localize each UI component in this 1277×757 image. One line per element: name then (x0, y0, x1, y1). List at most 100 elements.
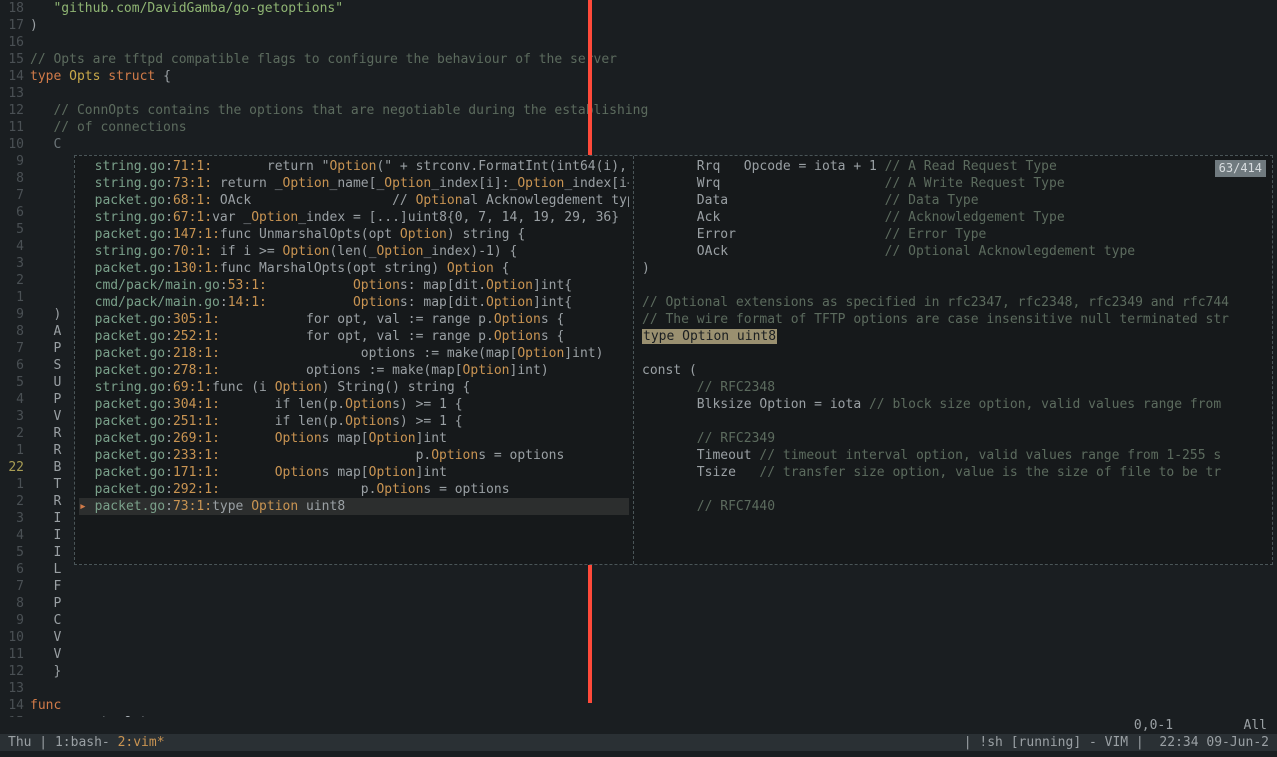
line-number: 9 (0, 306, 30, 323)
preview-line: OAck // Optional Acknowlegdement type (642, 243, 1264, 260)
code-line[interactable]: F (30, 578, 1277, 595)
code-line[interactable]: } (30, 663, 1277, 680)
preview-line: // RFC2348 (642, 379, 1264, 396)
rg-result-row[interactable]: packet.go:171:1: Options map[Option]int (79, 464, 629, 481)
tmux-windows[interactable]: Thu | 1:bash- 2:vim* (8, 734, 165, 751)
line-number: 11 (0, 646, 30, 663)
tmux-status-right: | !sh [running] - VIM | 22:34 09-Jun-2 (964, 734, 1269, 751)
code-line[interactable]: ) (30, 17, 1277, 34)
tmux-status-bar[interactable]: Thu | 1:bash- 2:vim* | !sh [running] - V… (0, 734, 1277, 751)
preview-line: // The wire format of TFTP options are c… (642, 311, 1264, 328)
preview-line: const ( (642, 362, 1264, 379)
rg-result-row[interactable]: string.go:70:1: if i >= Option(len(_Opti… (79, 243, 629, 260)
code-line[interactable]: V (30, 646, 1277, 663)
line-number: 5 (0, 221, 30, 238)
color-column-ruler (588, 565, 592, 703)
line-number: 15 (0, 51, 30, 68)
code-line[interactable] (30, 680, 1277, 697)
rg-result-row[interactable]: packet.go:305:1: for opt, val := range p… (79, 311, 629, 328)
rg-result-row[interactable]: packet.go:130:1:func MarshalOpts(opt str… (79, 260, 629, 277)
line-number: 10 (0, 136, 30, 153)
rg-result-row[interactable]: packet.go:252:1: for opt, val := range p… (79, 328, 629, 345)
code-line[interactable]: func (30, 697, 1277, 714)
rg-match-count: 46/1443 (0) (79, 515, 629, 532)
fzf-rg-popup[interactable]: string.go:71:1: return "Option(" + strco… (74, 155, 1273, 565)
line-number: 2 (0, 425, 30, 442)
code-line[interactable]: P (30, 595, 1277, 612)
preview-line: Ack // Acknowledgement Type (642, 209, 1264, 226)
line-number: 8 (0, 323, 30, 340)
line-number: 1 (0, 476, 30, 493)
line-number: 12 (0, 663, 30, 680)
preview-line: // RFC2349 (642, 430, 1264, 447)
editor-viewport[interactable]: 18 "github.com/DavidGamba/go-getoptions"… (0, 0, 1277, 717)
code-line[interactable]: C (30, 612, 1277, 629)
rg-result-row[interactable]: packet.go:68:1: OAck // Optional Acknowl… (79, 192, 629, 209)
rg-result-row[interactable]: string.go:71:1: return "Option(" + strco… (79, 158, 629, 175)
line-number: 13 (0, 85, 30, 102)
line-number: 9 (0, 612, 30, 629)
rg-result-row[interactable]: cmd/pack/main.go:14:1: Options: map[dit.… (79, 294, 629, 311)
code-line[interactable]: "github.com/DavidGamba/go-getoptions" (30, 0, 1277, 17)
line-number: 9 (0, 153, 30, 170)
status-right: 0,0-1 All (1134, 717, 1267, 734)
line-number: 3 (0, 255, 30, 272)
line-number: 2 (0, 493, 30, 510)
preview-line: // Optional extensions as specified in r… (642, 294, 1264, 311)
line-number: 3 (0, 408, 30, 425)
line-number: 6 (0, 204, 30, 221)
rg-result-row[interactable]: string.go:69:1:func (i Option) String() … (79, 379, 629, 396)
preview-line: Tsize // transfer size option, value is … (642, 464, 1264, 481)
line-number: 18 (0, 0, 30, 17)
preview-line (642, 481, 1264, 498)
rg-result-row[interactable]: packet.go:233:1: p.Options = options (79, 447, 629, 464)
line-number: 4 (0, 527, 30, 544)
line-number: 22 (0, 459, 30, 476)
line-number: 11 (0, 119, 30, 136)
line-number: 14 (0, 697, 30, 714)
code-line[interactable]: // of connections (30, 119, 1277, 136)
rg-prompt[interactable]: Rg> Option (79, 532, 629, 549)
code-line[interactable] (30, 85, 1277, 102)
color-column-ruler (588, 0, 592, 156)
line-number: 7 (0, 187, 30, 204)
line-number: 10 (0, 629, 30, 646)
rg-result-row[interactable]: packet.go:292:1: p.Options = options (79, 481, 629, 498)
line-number: 14 (0, 68, 30, 85)
preview-line: Rrq Opcode = iota + 1 // A Read Request … (642, 158, 1264, 175)
line-number: 5 (0, 374, 30, 391)
rg-result-row[interactable]: string.go:73:1: return _Option_name[_Opt… (79, 175, 629, 192)
line-number: 3 (0, 510, 30, 527)
rg-result-row[interactable]: ▸ packet.go:73:1:type Option uint8 (79, 498, 629, 515)
code-line[interactable]: type Opts struct { (30, 68, 1277, 85)
rg-result-row[interactable]: cmd/pack/main.go:53:1: Options: map[dit.… (79, 277, 629, 294)
rg-result-row[interactable]: packet.go:278:1: options := make(map[Opt… (79, 362, 629, 379)
vim-status-line: 0,0-1 All (0, 717, 1277, 734)
code-line[interactable]: // Opts are tftpd compatible flags to co… (30, 51, 1277, 68)
rg-result-row[interactable]: packet.go:304:1: if len(p.Options) >= 1 … (79, 396, 629, 413)
rg-results-pane[interactable]: string.go:71:1: return "Option(" + strco… (75, 156, 633, 564)
rg-result-row[interactable]: packet.go:218:1: options := make(map[Opt… (79, 345, 629, 362)
preview-line-counter: 63/414 (1215, 160, 1266, 177)
preview-line: Timeout // timeout interval option, vali… (642, 447, 1264, 464)
code-line[interactable] (30, 34, 1277, 51)
line-number: 13 (0, 680, 30, 697)
code-line[interactable]: C (30, 136, 1277, 153)
rg-result-row[interactable]: string.go:67:1:var _Option_index = [...]… (79, 209, 629, 226)
line-number: 1 (0, 289, 30, 306)
code-line[interactable]: V (30, 629, 1277, 646)
line-number: 1 (0, 442, 30, 459)
line-number: 7 (0, 340, 30, 357)
rg-result-row[interactable]: packet.go:147:1:func UnmarshalOpts(opt O… (79, 226, 629, 243)
preview-line: ) (642, 260, 1264, 277)
preview-line: Error // Error Type (642, 226, 1264, 243)
rg-result-row[interactable]: packet.go:269:1: Options map[Option]int (79, 430, 629, 447)
preview-line: type Option uint8 (642, 328, 1264, 345)
line-number: 4 (0, 391, 30, 408)
line-number: 2 (0, 272, 30, 289)
rg-result-row[interactable]: packet.go:251:1: if len(p.Options) >= 1 … (79, 413, 629, 430)
line-number: 17 (0, 17, 30, 34)
rg-preview-pane[interactable]: 63/414 Rrq Opcode = iota + 1 // A Read R… (633, 156, 1272, 564)
line-number: 5 (0, 544, 30, 561)
code-line[interactable]: // ConnOpts contains the options that ar… (30, 102, 1277, 119)
